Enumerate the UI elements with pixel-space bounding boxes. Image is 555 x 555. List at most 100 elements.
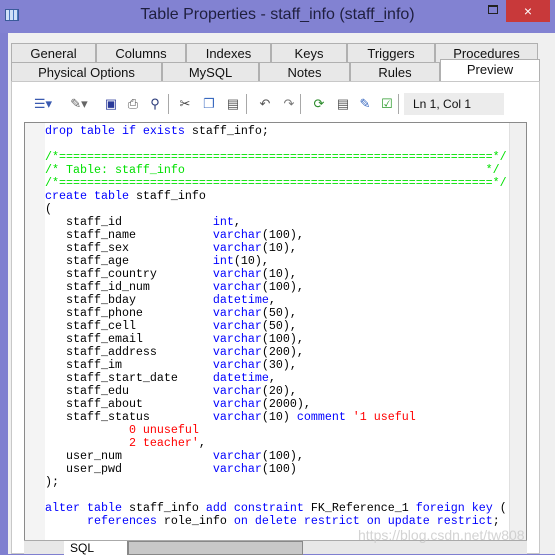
code-token: '1 useful — [345, 410, 416, 424]
code-token: (100), — [261, 228, 304, 242]
code-token: staff_cell — [45, 319, 213, 333]
code-token: (200), — [261, 345, 304, 359]
tab-physical-options[interactable]: Physical Options — [11, 62, 162, 82]
code-token: FK_Reference_1 — [310, 501, 416, 515]
redo-icon[interactable]: ↷ — [278, 93, 300, 115]
code-token: staff_phone — [45, 306, 213, 320]
code-token: staff_about — [45, 397, 213, 411]
code-token: add constraint — [205, 501, 311, 515]
code-token: varchar — [212, 319, 262, 333]
code-token: staff_status — [45, 410, 213, 424]
code-token: varchar — [212, 345, 262, 359]
code-token: 2 teacher' — [45, 436, 199, 450]
undo-icon[interactable]: ↶ — [254, 93, 276, 115]
toolbar-separator — [398, 94, 399, 114]
code-token: staff_sex — [45, 241, 213, 255]
code-token: varchar — [212, 410, 262, 424]
paste-icon[interactable]: ▤ — [222, 93, 244, 115]
code-token: varchar — [212, 228, 262, 242]
find-icon[interactable]: ⚲ — [144, 93, 166, 115]
edit-script-icon[interactable]: ✎ — [354, 93, 376, 115]
maximize-button[interactable] — [478, 0, 508, 20]
edit-dropdown-icon[interactable]: ✎▾ — [64, 93, 94, 115]
horizontal-scrollbar[interactable] — [128, 541, 303, 555]
code-token: varchar — [212, 280, 262, 294]
watermark: https://blog.csdn.net/tw808 — [358, 527, 525, 543]
code-token: (50), — [261, 306, 297, 320]
close-button[interactable]: × — [506, 0, 550, 22]
refresh-icon[interactable]: ⟳ — [308, 93, 330, 115]
tab-triggers[interactable]: Triggers — [347, 43, 435, 63]
code-token: , — [198, 436, 206, 450]
code-token: staff_info — [135, 189, 206, 203]
code-token: varchar — [212, 384, 262, 398]
check-icon[interactable]: ☑ — [376, 93, 398, 115]
code-token: varchar — [212, 462, 262, 476]
code-token: , — [268, 293, 276, 307]
code-token: staff_edu — [45, 384, 213, 398]
maximize-icon — [488, 5, 498, 14]
code-token: staff_start_date — [45, 371, 213, 385]
properties-icon[interactable]: ▤ — [332, 93, 354, 115]
code-token: ( — [45, 202, 52, 216]
code-token: staff_email — [45, 332, 213, 346]
code-token: staff_info — [128, 501, 206, 515]
code-token: /*======================================… — [45, 150, 507, 164]
code-line: create table staff_info — [45, 190, 507, 203]
tab-notes[interactable]: Notes — [259, 62, 350, 82]
code-token: comment — [296, 410, 346, 424]
code-token: int — [212, 215, 234, 229]
tab-keys[interactable]: Keys — [271, 43, 347, 63]
code-token: (20), — [261, 384, 297, 398]
code-token: varchar — [212, 449, 262, 463]
vertical-scrollbar[interactable] — [509, 123, 526, 541]
code-token: alter table — [45, 501, 129, 515]
cut-icon[interactable]: ✂ — [174, 93, 196, 115]
tab-rules[interactable]: Rules — [350, 62, 440, 82]
print-icon[interactable]: ⎙ — [122, 93, 144, 115]
window-title: Table Properties - staff_info (staff_inf… — [140, 6, 415, 23]
code-token: (10) — [261, 410, 297, 424]
tab-mysql[interactable]: MySQL — [162, 62, 259, 82]
copy-icon[interactable]: ❐ — [198, 93, 220, 115]
toolbar-separator — [246, 94, 247, 114]
code-token: varchar — [212, 306, 262, 320]
code-token: ); — [45, 475, 59, 489]
toolbar-separator — [300, 94, 301, 114]
code-token: staff_info; — [191, 124, 269, 138]
tab-indexes[interactable]: Indexes — [186, 43, 271, 63]
code-token: user_num — [45, 449, 213, 463]
code-token: (50), — [261, 319, 297, 333]
code-token: create table — [45, 189, 136, 203]
code-token: staff_name — [45, 228, 213, 242]
code-token: /*======================================… — [45, 176, 507, 190]
code-line: drop table if exists staff_info; — [45, 125, 507, 138]
tab-columns[interactable]: Columns — [96, 43, 186, 63]
code-token: (30), — [261, 358, 297, 372]
title-bar: Table Properties - staff_info (staff_inf… — [0, 0, 555, 33]
code-token: staff_age — [45, 254, 213, 268]
code-token: (100) — [261, 462, 297, 476]
code-token: drop table if exists — [45, 124, 192, 138]
code-token: ( — [499, 501, 507, 515]
tab-sql[interactable]: SQL — [64, 541, 128, 555]
tab-preview[interactable]: Preview — [440, 59, 540, 81]
code-token: (100), — [261, 332, 304, 346]
code-token: varchar — [212, 332, 262, 346]
code-token: datetime — [212, 293, 269, 307]
code-token: on delete restrict on update restrict — [233, 514, 493, 528]
tab-general[interactable]: General — [11, 43, 96, 63]
sql-code[interactable]: drop table if exists staff_info; /*=====… — [45, 125, 507, 528]
format-dropdown-icon[interactable]: ☰▾ — [28, 93, 58, 115]
code-token: (2000), — [261, 397, 311, 411]
code-token: ; — [492, 514, 500, 528]
sql-editor[interactable]: drop table if exists staff_info; /*=====… — [24, 122, 527, 542]
code-token: staff_im — [45, 358, 213, 372]
code-token: 0 unuseful — [45, 423, 199, 437]
code-token: foreign key — [415, 501, 500, 515]
code-token: varchar — [212, 267, 262, 281]
editor-gutter — [25, 123, 45, 541]
code-token: staff_address — [45, 345, 213, 359]
code-token: (10), — [261, 267, 297, 281]
save-icon[interactable]: ▣ — [100, 93, 122, 115]
